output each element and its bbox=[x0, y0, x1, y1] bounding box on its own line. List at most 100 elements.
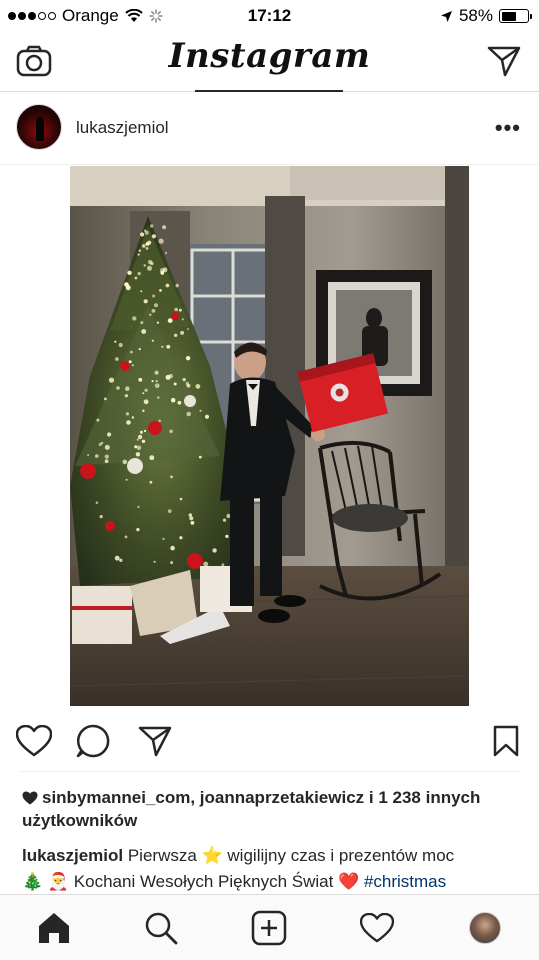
tree-light bbox=[154, 303, 158, 308]
tree-light bbox=[179, 308, 182, 312]
tree-light bbox=[135, 452, 141, 457]
post-actions bbox=[0, 716, 539, 764]
tree-light bbox=[137, 434, 143, 440]
like-button[interactable] bbox=[15, 722, 53, 760]
tree-light bbox=[152, 294, 156, 298]
loading-spinner-icon bbox=[148, 9, 163, 23]
tree-light bbox=[125, 386, 130, 391]
tree-light bbox=[198, 455, 202, 459]
tree-light bbox=[124, 535, 128, 539]
share-button[interactable] bbox=[136, 722, 174, 760]
tree-light bbox=[186, 328, 189, 331]
tree-light bbox=[95, 454, 99, 458]
tree-light bbox=[157, 396, 160, 399]
more-options-button[interactable]: ••• bbox=[495, 115, 521, 141]
tree-light bbox=[177, 400, 182, 405]
tree-light bbox=[174, 333, 178, 337]
tree-light bbox=[153, 560, 156, 563]
caption-hashtag[interactable]: #christmas bbox=[364, 872, 446, 891]
tree-light bbox=[170, 561, 174, 565]
tab-search[interactable] bbox=[141, 908, 181, 948]
battery-percent: 58% bbox=[458, 6, 493, 25]
tree-light bbox=[175, 283, 179, 288]
likes-summary[interactable]: sinbymannei_com, joannaprzetakiewicz i 1… bbox=[22, 786, 522, 832]
battery-icon bbox=[499, 9, 532, 23]
tree-light bbox=[147, 259, 153, 265]
heart-icon bbox=[16, 725, 52, 757]
tree-light bbox=[101, 441, 104, 444]
tree-light bbox=[173, 382, 177, 386]
tree-light bbox=[159, 289, 162, 292]
tree-light bbox=[142, 244, 146, 248]
tree-light bbox=[138, 249, 141, 252]
tree-light bbox=[139, 430, 143, 434]
tree-light bbox=[185, 381, 189, 386]
tree-light bbox=[116, 386, 120, 390]
tree-light bbox=[125, 478, 128, 481]
tree-light bbox=[114, 555, 120, 561]
status-right: 58% bbox=[440, 6, 532, 26]
tree-light bbox=[145, 247, 149, 250]
tree-light bbox=[141, 439, 146, 443]
tree-light bbox=[119, 558, 123, 562]
tree-light bbox=[179, 497, 183, 501]
tree-light bbox=[180, 330, 185, 335]
tree-light bbox=[160, 271, 165, 275]
tree-light bbox=[107, 432, 112, 437]
save-bookmark-button[interactable] bbox=[487, 722, 525, 760]
tree-light bbox=[128, 360, 132, 364]
paper-plane-icon bbox=[138, 726, 172, 757]
tree-light bbox=[114, 340, 117, 343]
tree-light bbox=[140, 232, 145, 237]
location-arrow-icon bbox=[440, 10, 452, 22]
caption-text-line1: Pierwsza ⭐ wigilijny czas i prezentów mo… bbox=[123, 846, 455, 865]
tree-light bbox=[190, 521, 195, 525]
tree-light bbox=[95, 501, 99, 505]
tab-new-post[interactable] bbox=[249, 908, 289, 948]
tree-light bbox=[124, 282, 129, 287]
tree-light bbox=[143, 429, 147, 433]
search-icon bbox=[145, 912, 178, 945]
tree-light bbox=[144, 388, 148, 392]
caption-username[interactable]: lukaszjemiol bbox=[22, 846, 123, 865]
carrier-name: Orange bbox=[62, 6, 119, 25]
tree-light bbox=[199, 409, 202, 412]
tree-light bbox=[136, 445, 142, 451]
comment-button[interactable] bbox=[74, 722, 112, 760]
avatar-figure bbox=[36, 117, 44, 141]
caption-text-line2: 🎄 🎅 Kochani Wesołych Pięknych Świat ❤️ bbox=[22, 872, 364, 891]
tree-light bbox=[126, 420, 131, 425]
home-icon bbox=[39, 913, 69, 943]
tree-light bbox=[170, 545, 175, 551]
tree-light bbox=[158, 238, 164, 244]
tree-light bbox=[162, 537, 165, 540]
tree-light bbox=[156, 321, 160, 324]
tree-light bbox=[137, 271, 141, 276]
tab-profile[interactable] bbox=[465, 908, 505, 948]
tree-light bbox=[140, 321, 144, 325]
tree-light bbox=[118, 342, 123, 348]
tree-light bbox=[143, 299, 148, 304]
tree-light bbox=[174, 307, 178, 312]
tree-light bbox=[168, 373, 173, 379]
status-bar: Orange 17:12 58% bbox=[0, 0, 539, 30]
tab-activity[interactable] bbox=[357, 908, 397, 948]
tree-light bbox=[205, 414, 209, 419]
tree-light bbox=[140, 290, 143, 293]
tree-light bbox=[137, 505, 140, 508]
tree-light bbox=[170, 475, 173, 479]
wifi-icon bbox=[125, 9, 143, 22]
direct-messages-button[interactable] bbox=[485, 42, 523, 80]
tab-home[interactable] bbox=[34, 908, 74, 948]
post-author-avatar[interactable] bbox=[16, 104, 62, 150]
tree-light bbox=[166, 344, 171, 349]
post-photo[interactable] bbox=[70, 166, 469, 706]
tree-light bbox=[151, 380, 154, 383]
post-author-username[interactable]: lukaszjemiol bbox=[76, 118, 169, 138]
tree-light bbox=[179, 536, 183, 540]
tree-light bbox=[186, 411, 191, 417]
tree-light bbox=[142, 409, 145, 412]
tree-light bbox=[195, 384, 201, 389]
tree-light bbox=[155, 380, 158, 383]
app-title: Instagram bbox=[168, 36, 371, 76]
